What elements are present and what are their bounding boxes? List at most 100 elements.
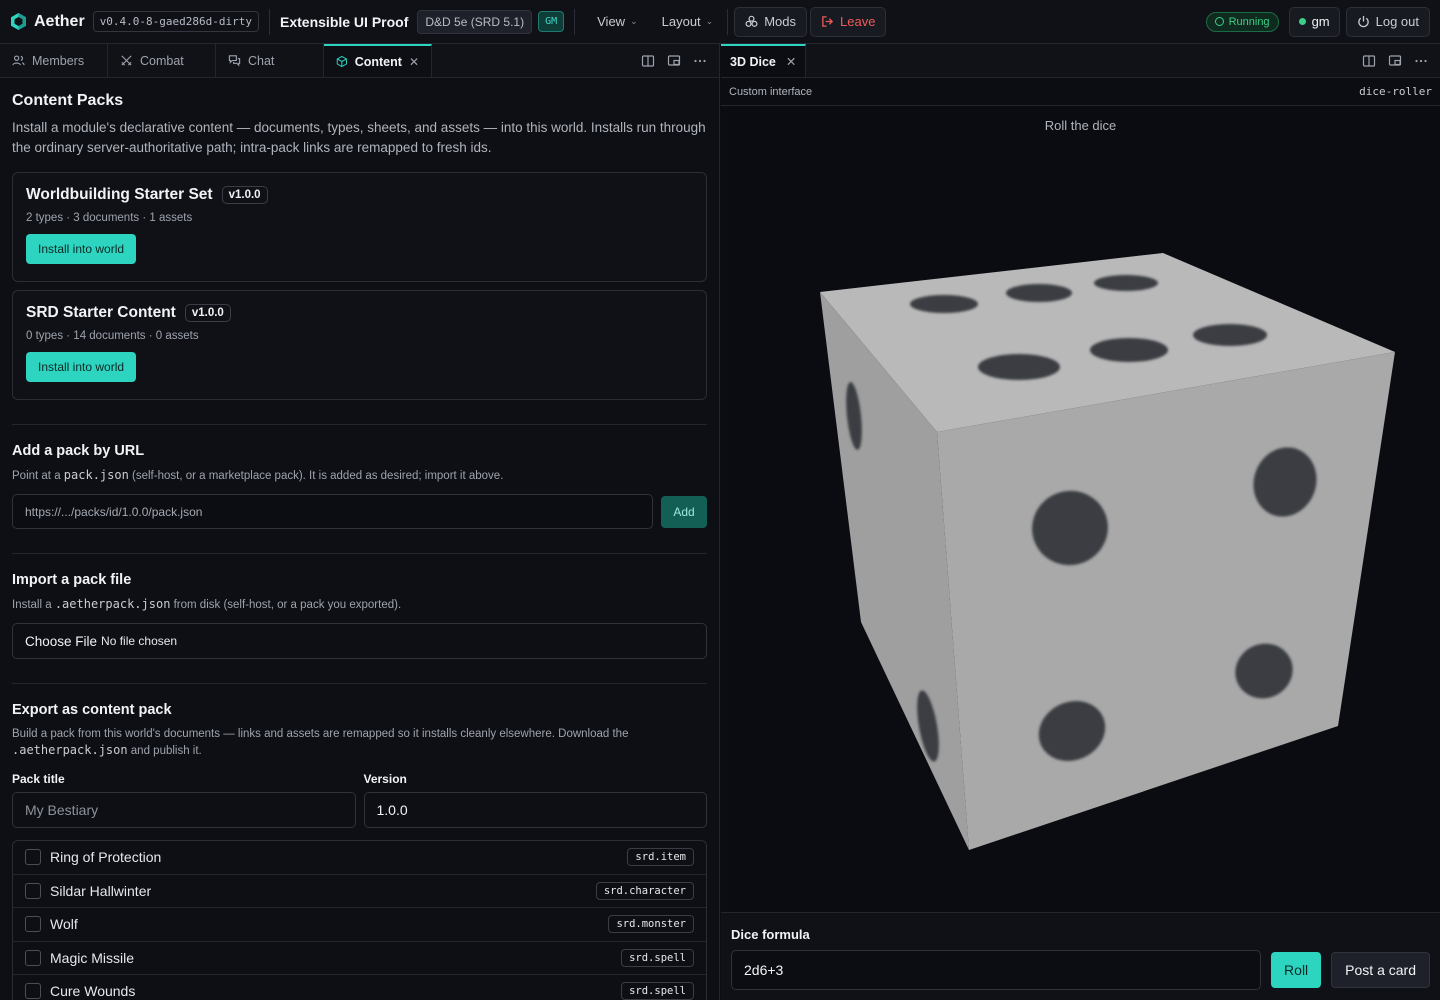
divider [12,424,707,425]
list-item[interactable]: Cure Wounds srd.spell [13,975,706,1000]
status-ring-icon [1214,17,1224,26]
close-icon[interactable]: ✕ [409,55,419,69]
pack-card: SRD Starter Content v1.0.0 0 types · 14 … [12,290,707,400]
swords-icon [121,55,132,66]
aether-logo-icon [11,13,26,30]
page-description: Install a module's declarative content —… [12,120,706,155]
checkbox[interactable] [25,983,41,1000]
version-badge: v0.4.0-8-gaed286d-dirty [92,11,260,32]
split-view-icon[interactable] [641,54,655,68]
more-icon[interactable] [693,54,707,68]
user-menu[interactable]: gm [1288,6,1340,37]
layout-menu[interactable]: Layout ⌄ [650,7,726,37]
document-type-badge: srd.spell [621,948,694,967]
checkbox[interactable] [25,882,41,899]
popout-icon[interactable] [667,54,681,68]
logout-label: Log out [1375,14,1419,29]
pack-url-input[interactable]: https://.../packs/id/1.0.0/pack.json [12,494,653,529]
checkbox[interactable] [25,916,41,933]
divider [12,553,707,554]
stage-title: Roll the dice [1044,118,1117,133]
pack-file-input[interactable]: Choose File No file chosen [12,623,707,659]
document-type-badge: srd.item [627,848,694,867]
system-badge: D&D 5e (SRD 5.1) [417,9,533,34]
checkbox[interactable] [25,949,41,966]
pack-title-input[interactable]: My Bestiary [12,792,356,828]
document-name: Cure Wounds [50,983,136,1000]
right-tab-bar: 3D Dice ✕ [721,44,1440,78]
choose-file-button[interactable]: Choose File [25,634,97,649]
custom-interface-label: Custom interface [729,85,813,98]
left-panel: Members Combat Chat Content ✕ Content Pa… [0,44,720,1000]
add-by-url-description: Point at a pack.json (self-host, or a ma… [12,468,504,482]
dice-formula-input[interactable]: 2d6+3 [731,950,1262,990]
left-tab-bar: Members Combat Chat Content ✕ [0,44,719,78]
pack-title: SRD Starter Content [26,304,176,321]
document-type-badge: srd.character [595,881,694,900]
dice-stage[interactable]: Roll the dice [721,106,1440,912]
list-item[interactable]: Wolf srd.monster [13,908,706,942]
chevron-down-icon: ⌄ [705,16,714,26]
document-name: Magic Missile [50,949,135,966]
document-name: Ring of Protection [50,849,162,866]
tab-3d-dice[interactable]: 3D Dice ✕ [721,44,807,77]
add-by-url-title: Add a pack by URL [12,443,145,459]
file-status: No file chosen [101,634,178,648]
mods-button[interactable]: Mods [734,6,808,37]
custom-interface-header: Custom interface dice-roller [721,78,1440,106]
close-icon[interactable]: ✕ [786,54,796,69]
app-name: Aether [34,12,85,30]
app-logo[interactable]: Aether [10,12,85,31]
role-badge: GM [538,11,565,32]
add-pack-button[interactable]: Add [661,496,707,528]
divider [727,8,729,35]
list-item[interactable]: Sildar Hallwinter srd.character [13,875,706,908]
leave-button[interactable]: Leave [810,6,887,37]
status-badge: Running [1205,11,1279,32]
tab-chat-label: Chat [248,53,275,68]
power-icon [1357,15,1369,28]
divider [574,8,576,35]
die-front-face [937,352,1395,850]
tab-members[interactable]: Members [0,44,108,77]
users-icon [12,55,25,66]
right-panel: 3D Dice ✕ Custom interface dice-roller R… [721,44,1440,1000]
divider [269,8,271,35]
post-card-button[interactable]: Post a card [1331,952,1430,988]
split-view-icon[interactable] [1362,54,1376,68]
dice-formula-label: Dice formula [731,927,810,942]
export-title: Export as content pack [12,702,172,718]
user-name: gm [1311,14,1330,29]
logout-button[interactable]: Log out [1345,6,1430,37]
online-dot-icon [1298,18,1306,25]
install-pack-button[interactable]: Install into world [26,352,137,382]
roll-button[interactable]: Roll [1271,952,1322,988]
view-menu-label: View [597,14,626,29]
more-icon[interactable] [1414,54,1428,68]
view-menu[interactable]: View ⌄ [585,7,650,37]
list-item[interactable]: Magic Missile srd.spell [13,942,706,975]
layout-menu-label: Layout [661,14,701,29]
custom-interface-id: dice-roller [1359,85,1432,98]
list-item[interactable]: Ring of Protection srd.item [13,841,706,875]
document-type-badge: srd.monster [608,915,694,934]
status-label: Running [1228,15,1270,28]
checkbox[interactable] [25,849,41,866]
chat-icon [228,55,241,67]
divider [12,683,707,684]
popout-icon[interactable] [1388,54,1402,68]
tab-3d-dice-label: 3D Dice [730,54,776,69]
document-name: Wolf [50,916,78,933]
top-bar: Aether v0.4.0-8-gaed286d-dirty Extensibl… [0,0,1440,44]
tab-combat-label: Combat [140,53,184,68]
document-list: Ring of Protection srd.item Sildar Hallw… [12,840,707,1000]
pack-title-label: Pack title [12,772,65,786]
pack-title: Worldbuilding Starter Set [26,186,213,203]
tab-combat[interactable]: Combat [108,44,216,77]
tab-content[interactable]: Content ✕ [324,44,432,77]
version-input[interactable]: 1.0.0 [363,792,707,828]
install-pack-button[interactable]: Install into world [26,234,137,264]
world-title: Extensible UI Proof [280,13,409,30]
import-file-description: Install a .aetherpack.json from disk (se… [12,597,402,611]
tab-chat[interactable]: Chat [216,44,324,77]
